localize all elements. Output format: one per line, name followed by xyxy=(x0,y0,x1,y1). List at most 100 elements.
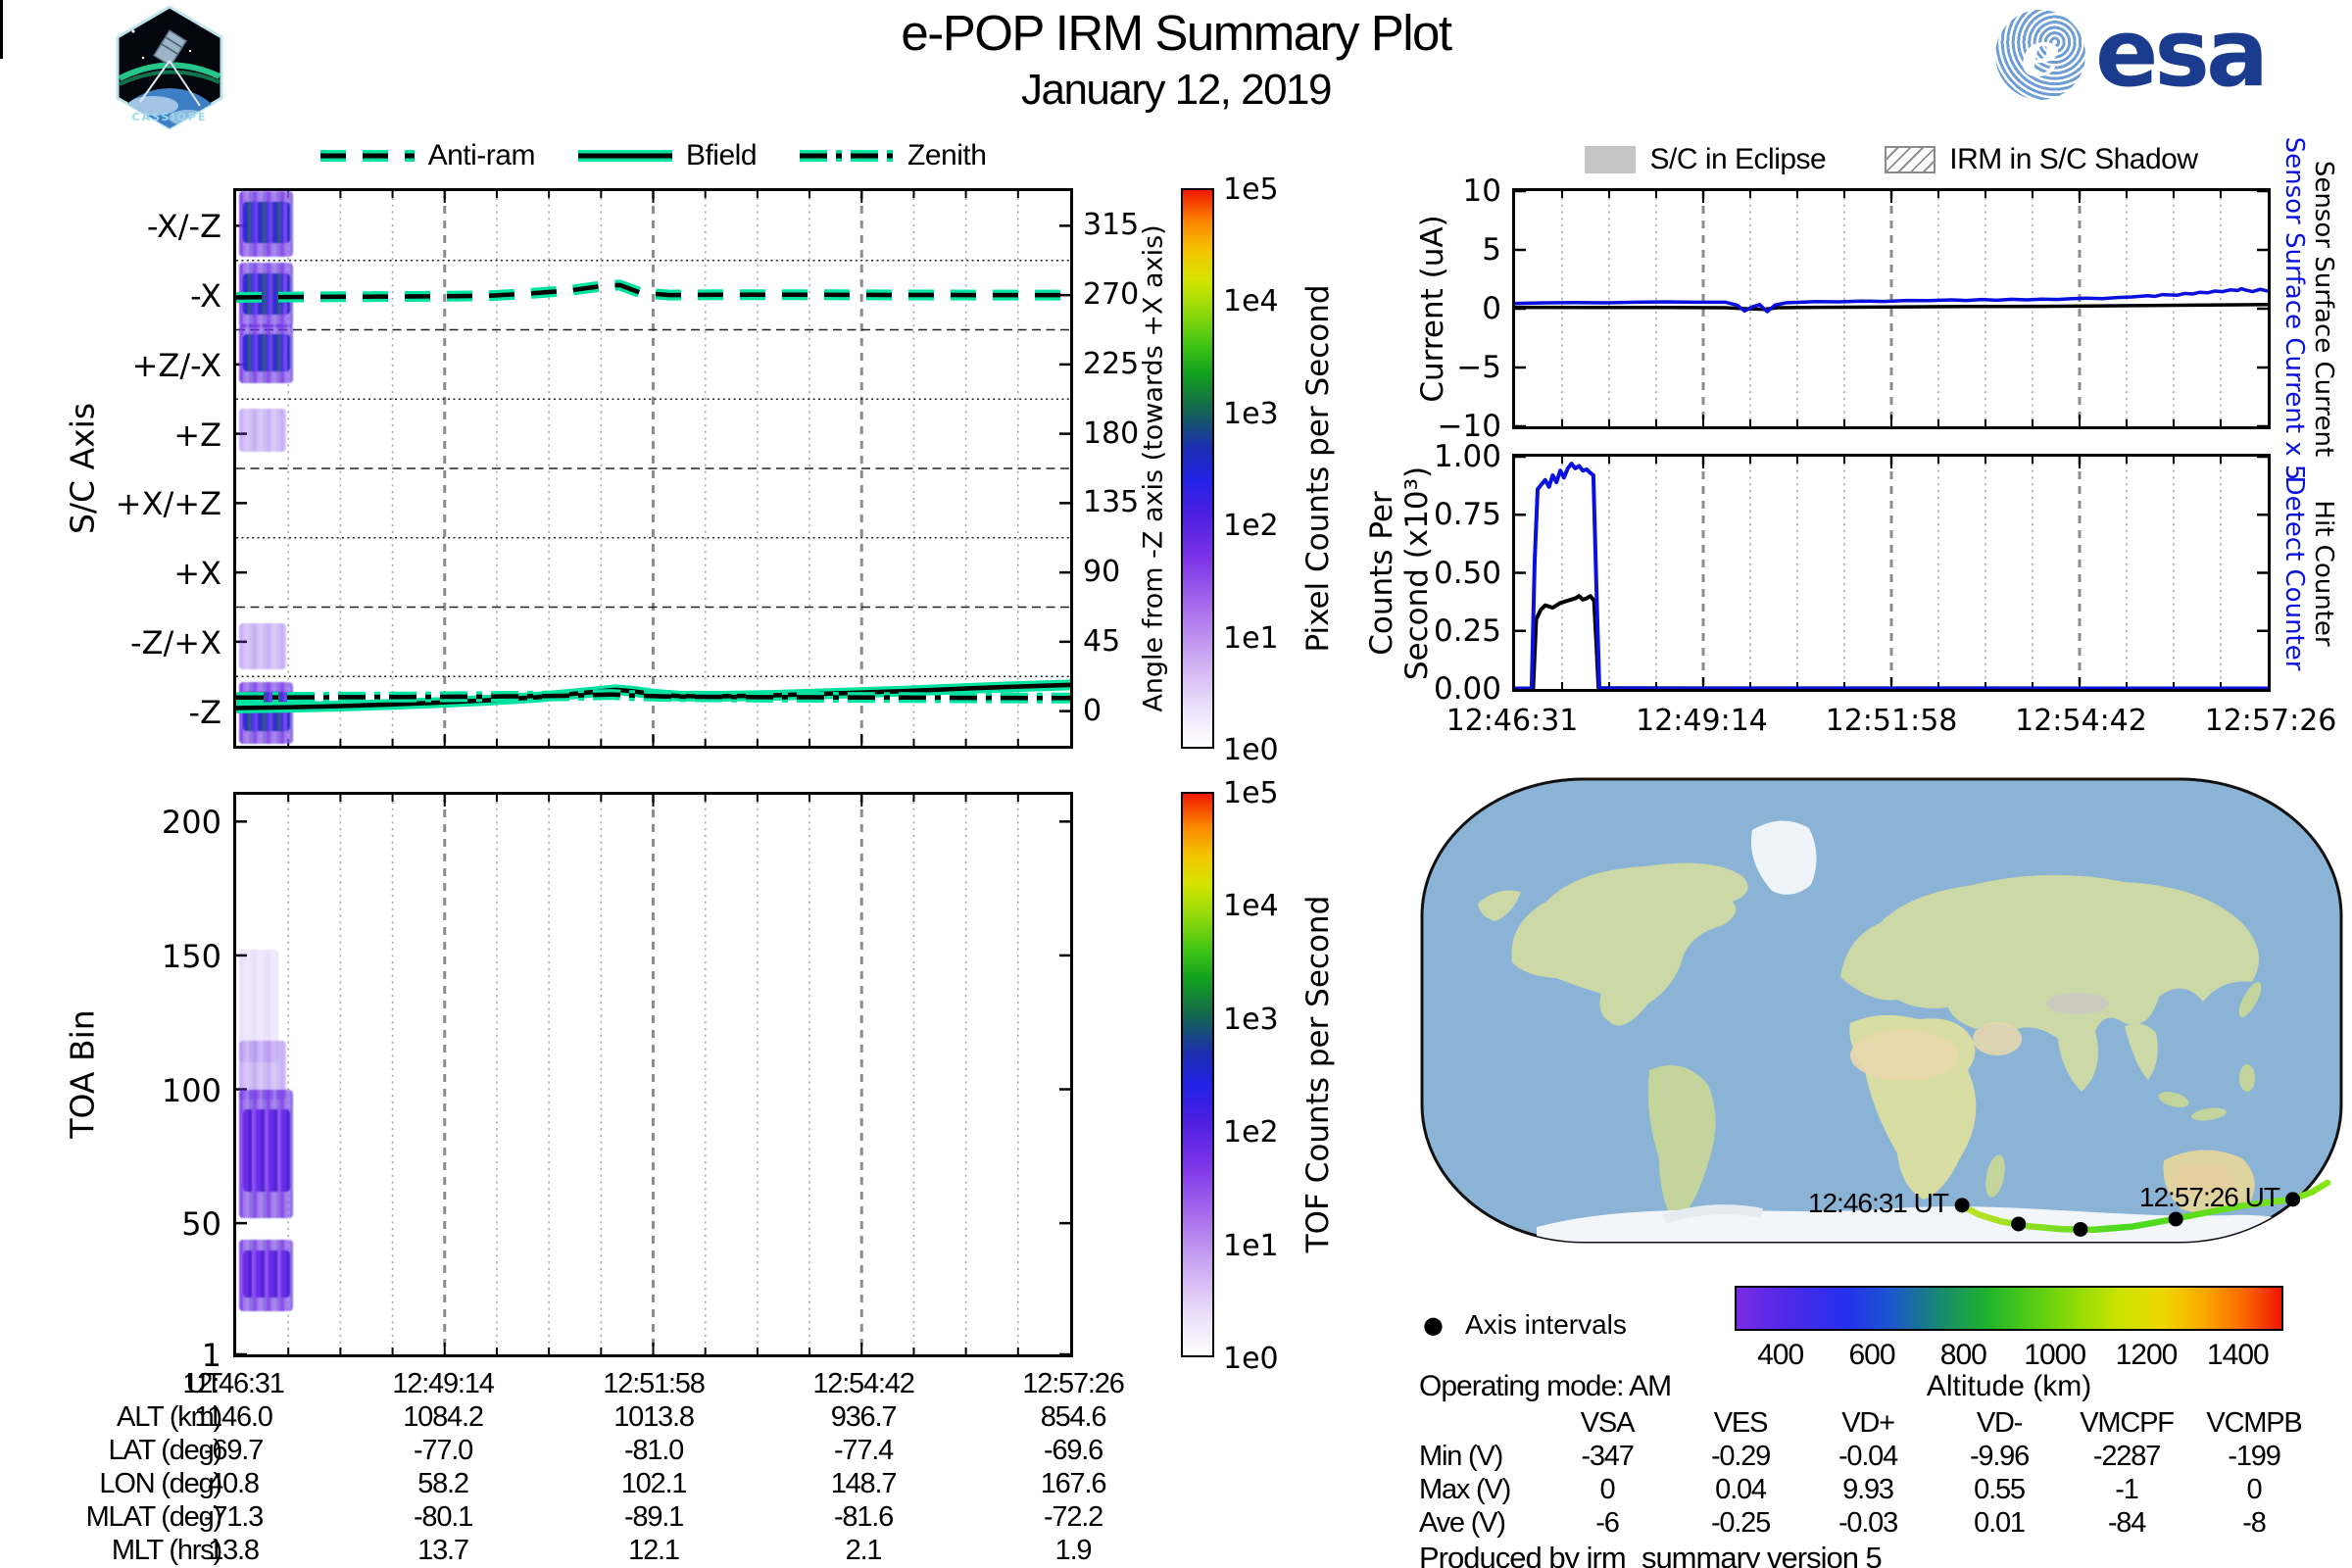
sc-axis-category-label: -Z xyxy=(188,693,221,731)
legend-item-anti-ram: Anti-ram xyxy=(319,139,535,172)
sc-axis-category-label: -X xyxy=(190,277,221,316)
time-axis-label: 12:49:14 xyxy=(1636,704,1768,738)
voltage-value: -0.03 xyxy=(1838,1507,1898,1539)
pixel-colorbar xyxy=(1181,188,1214,749)
tof-colorbar-tick: 1e0 xyxy=(1223,1342,1279,1376)
pixel-colorbar-tick: 1e0 xyxy=(1223,733,1279,767)
altitude-tick-mark xyxy=(0,20,3,29)
altitude-tick-label: 1400 xyxy=(2206,1339,2270,1371)
ephemeris-value: -77.0 xyxy=(413,1435,473,1466)
ephemeris-value: 12:46:31 xyxy=(182,1368,284,1399)
voltage-col-header: VCMPB xyxy=(2206,1407,2302,1439)
counts-ytick-label: 0.75 xyxy=(1433,497,1501,533)
toa-ytick-label: 200 xyxy=(161,804,221,842)
voltage-value: 9.93 xyxy=(1842,1474,1894,1505)
voltage-value: -1 xyxy=(2115,1474,2139,1505)
counts-right-label-blue: Detect Counter xyxy=(2279,475,2309,671)
voltage-value: -0.04 xyxy=(1838,1441,1898,1472)
sc-axis-category-label: +Z xyxy=(173,416,221,454)
counts-plot xyxy=(1512,454,2271,692)
voltage-value: 0.01 xyxy=(1974,1507,2026,1539)
spectrogram-blob xyxy=(239,950,278,1063)
counts-lines xyxy=(1515,462,2268,689)
page-date: January 12, 2019 xyxy=(1020,66,1333,114)
ephemeris-value: 854.6 xyxy=(1040,1401,1107,1433)
sc-axis-plot xyxy=(233,188,1073,749)
ephemeris-value: 1146.0 xyxy=(194,1401,273,1433)
spectrogram-blob xyxy=(239,1089,293,1218)
page-title: e-POP IRM Summary Plot xyxy=(901,5,1452,61)
voltage-value: 0 xyxy=(2246,1474,2263,1505)
voltage-value: -6 xyxy=(1595,1507,1620,1539)
voltage-value: -347 xyxy=(1581,1441,1634,1472)
voltage-value: -2287 xyxy=(2092,1441,2161,1472)
voltage-col-header: VMCPF xyxy=(2080,1407,2175,1439)
ephemeris-value: -89.1 xyxy=(623,1501,684,1533)
ephemeris-value: 12:57:26 xyxy=(1022,1368,1124,1399)
toa-ytick-label: 50 xyxy=(181,1205,221,1244)
voltage-value: 0.55 xyxy=(1974,1474,2026,1505)
toa-ytick-label: 150 xyxy=(161,937,221,975)
sc-axis-category-label: -X/-Z xyxy=(146,208,221,246)
irm-summary-page: CASSIOPE e-POP IRM Summary Plot January … xyxy=(0,0,2352,1568)
ephemeris-value: -69.6 xyxy=(1043,1435,1103,1466)
angle-tick-label: 45 xyxy=(1083,623,1121,659)
tof-colorbar xyxy=(1181,792,1214,1357)
tof-colorbar-tick: 1e1 xyxy=(1223,1228,1279,1263)
pixel-colorbar-label: Pixel Counts per Second xyxy=(1300,284,1336,653)
pixel-colorbar-tick: 1e1 xyxy=(1223,620,1279,656)
cassiope-mission-patch-icon: CASSIOPE xyxy=(116,5,223,130)
operating-mode: Operating mode: AM xyxy=(1419,1370,1672,1402)
voltage-col-header: VSA xyxy=(1580,1407,1636,1439)
current-ytick-label: 5 xyxy=(1482,232,1501,268)
eclipse-swatch-icon xyxy=(1585,146,1637,173)
ephemeris-value: -81.0 xyxy=(623,1435,684,1466)
toa-bin-plot xyxy=(233,792,1073,1357)
voltage-value: 0.04 xyxy=(1715,1474,1767,1505)
angle-tick-label: 180 xyxy=(1083,416,1140,451)
axis-intervals-legend: ● Axis intervals xyxy=(1423,1309,1627,1340)
voltage-value: -0.29 xyxy=(1710,1441,1771,1472)
counts-ytick-label: 1.00 xyxy=(1433,439,1501,474)
angle-axis-label: Angle from -Z axis (towards +X axis) xyxy=(1138,224,1169,712)
bfield-line-icon xyxy=(577,150,672,162)
voltage-value: -84 xyxy=(2107,1507,2147,1539)
ephemeris-value: 1084.2 xyxy=(403,1401,484,1433)
header: e-POP IRM Summary Plot January 12, 2019 xyxy=(686,4,1666,115)
tof-colorbar-tick: 1e5 xyxy=(1223,776,1279,810)
angle-tick-label: 0 xyxy=(1083,693,1102,728)
ephemeris-value: 13.7 xyxy=(417,1535,469,1566)
voltage-col-header: VES xyxy=(1713,1407,1769,1439)
toa-ytick-label: 100 xyxy=(161,1071,221,1109)
altitude-tick-mark xyxy=(0,39,3,49)
pixel-colorbar-tick: 1e3 xyxy=(1223,396,1279,431)
current-ytick-label: 0 xyxy=(1482,291,1501,326)
counts-ytick-label: 0.25 xyxy=(1433,612,1501,649)
ephemeris-value: -72.2 xyxy=(1043,1501,1103,1533)
axis-legend: Anti-ram Bfield Zenith xyxy=(233,137,1073,174)
current-lines xyxy=(1515,286,2268,314)
voltage-col-header: VD+ xyxy=(1841,1407,1895,1439)
time-axis-label: 12:54:42 xyxy=(2015,704,2147,738)
legend-item-bfield: Bfield xyxy=(577,139,758,172)
counts-ytick-label: 0.00 xyxy=(1433,671,1501,707)
pixel-colorbar-tick: 1e4 xyxy=(1223,284,1279,319)
voltage-row-label: Ave (V) xyxy=(1419,1507,1506,1539)
ephemeris-value: 1013.8 xyxy=(613,1401,695,1433)
ephemeris-value: 102.1 xyxy=(620,1468,688,1499)
pixel-colorbar-tick: 1e5 xyxy=(1223,172,1279,207)
time-axis-label: 12:46:31 xyxy=(1446,704,1579,738)
toa-ylabel: TOA Bin xyxy=(63,1009,102,1139)
time-axis-label: 12:57:26 xyxy=(2204,704,2337,738)
world-map xyxy=(1420,777,2343,1244)
tof-colorbar-tick: 1e2 xyxy=(1223,1115,1279,1151)
ephemeris-value: 13.8 xyxy=(208,1535,260,1566)
voltage-col-header: VD- xyxy=(1976,1407,2024,1439)
anti-ram-line-icon xyxy=(319,150,415,162)
ephemeris-value: -69.7 xyxy=(203,1435,264,1466)
ephemeris-value: 58.2 xyxy=(417,1468,469,1499)
voltage-value: -0.25 xyxy=(1710,1507,1771,1539)
current-ytick-label: 10 xyxy=(1462,173,1501,209)
ephemeris-value: 148.7 xyxy=(830,1468,898,1499)
ephemeris-value: 12:54:42 xyxy=(812,1368,914,1399)
